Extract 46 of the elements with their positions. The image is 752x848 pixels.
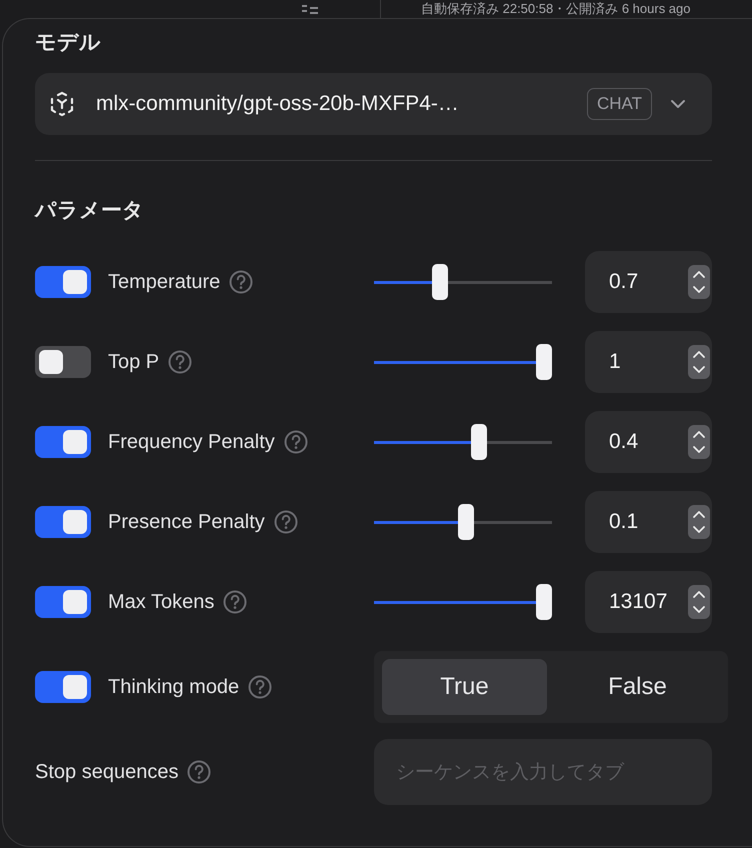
parameter-label: Top P	[108, 350, 160, 374]
model-name: mlx-community/gpt-oss-20b-MXFP4-…	[96, 92, 460, 116]
stepper-icon[interactable]	[688, 265, 710, 299]
stepper-icon[interactable]	[688, 505, 710, 539]
number-field[interactable]: 13107	[585, 571, 712, 633]
parameter-label: Temperature	[108, 270, 220, 294]
slider-thumb[interactable]	[458, 504, 474, 540]
cube-icon	[49, 91, 75, 117]
chevron-down-icon	[670, 99, 686, 109]
slider-thumb[interactable]	[536, 344, 552, 380]
stepper-icon[interactable]	[688, 345, 710, 379]
section-title: モデル	[35, 31, 102, 55]
toggle-switch[interactable]	[35, 671, 91, 703]
help-icon[interactable]	[284, 430, 308, 454]
number-field[interactable]: 1	[585, 331, 712, 393]
slider-thumb[interactable]	[432, 264, 448, 300]
number-field[interactable]: 0.7	[585, 251, 712, 313]
model-badge: CHAT	[586, 88, 652, 120]
stepper-icon[interactable]	[688, 585, 710, 619]
number-field[interactable]: 0.4	[585, 411, 712, 473]
help-icon[interactable]	[248, 675, 272, 699]
status-text: 自動保存済み 22:50:58・公開済み 6 hours ago	[421, 0, 690, 18]
stepper-icon[interactable]	[688, 425, 710, 459]
help-icon[interactable]	[168, 350, 192, 374]
parameter-label: Presence Penalty	[108, 510, 265, 534]
model-selector[interactable]: mlx-community/gpt-oss-20b-MXFP4-… CHAT	[35, 73, 712, 135]
help-icon[interactable]	[274, 510, 298, 534]
toggle-switch[interactable]	[35, 426, 91, 458]
slider-thumb[interactable]	[536, 584, 552, 620]
list-icon	[300, 3, 320, 15]
number-field[interactable]: 0.1	[585, 491, 712, 553]
segment-option[interactable]: True	[382, 659, 547, 715]
help-icon[interactable]	[229, 270, 254, 294]
toggle-switch[interactable]	[35, 346, 91, 378]
slider-thumb[interactable]	[471, 424, 488, 460]
help-icon[interactable]	[187, 760, 212, 784]
help-icon[interactable]	[223, 590, 248, 614]
toggle-switch[interactable]	[35, 506, 91, 538]
toggle-switch[interactable]	[35, 586, 91, 618]
segment-option[interactable]: False	[555, 659, 720, 715]
parameter-label: Thinking mode	[108, 676, 240, 698]
parameter-label: Frequency Penalty	[108, 430, 275, 454]
parameter-label: Max Tokens	[108, 590, 214, 614]
section-title: パラメータ	[35, 199, 145, 223]
parameter-label: Stop sequences	[35, 760, 178, 784]
toggle-switch[interactable]	[35, 266, 91, 298]
